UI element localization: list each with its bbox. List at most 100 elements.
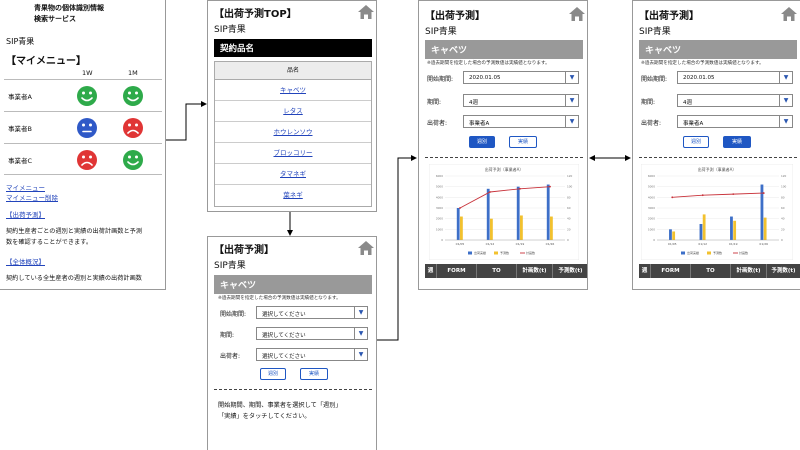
home-icon[interactable] <box>358 5 374 19</box>
section-overview[interactable]: 【全体概況】 <box>6 256 45 266</box>
y-tick-label: 6000 <box>436 174 443 178</box>
item-table-header: 品名 <box>215 62 371 80</box>
period-select[interactable]: 4週 ▼ <box>463 94 579 107</box>
legend-swatch <box>494 251 498 255</box>
y2-tick-label: 80 <box>781 195 785 199</box>
start-period-select[interactable]: 2020.01.05 ▼ <box>677 71 793 84</box>
col-to: TO <box>477 264 517 278</box>
y-tick-label: 4000 <box>648 195 655 199</box>
home-icon[interactable] <box>358 241 374 255</box>
divider <box>639 157 797 158</box>
bar-actual <box>546 184 550 240</box>
bar-actual <box>486 188 490 240</box>
actual-button[interactable]: 実績 <box>723 136 751 148</box>
chevron-down-icon: ▼ <box>354 328 367 339</box>
service-title-line2: 検索サービス <box>34 15 76 23</box>
item-link[interactable]: タマネギ <box>280 170 306 178</box>
start-period-value: 2020.01.05 <box>469 75 501 81</box>
forecast-result-screen-weekly: 【出荷予測】 SIP青果 キャベツ ※過去期間を指定した場合の予測数値は実績値と… <box>418 0 588 290</box>
item-row[interactable]: ブロッコリー <box>215 143 371 164</box>
item-row[interactable]: キャベツ <box>215 80 371 101</box>
item-table: 品名 キャベツレタスホウレンソウ ブロッコリー タマネギ葉ネギ <box>214 61 372 207</box>
col-1m-header: 1M <box>128 69 138 77</box>
face-happy-icon <box>123 150 143 170</box>
period-select[interactable]: 4週 ▼ <box>677 94 793 107</box>
home-icon[interactable] <box>781 7 797 21</box>
item-link[interactable]: ブロッコリー <box>274 149 313 157</box>
legend-label: 計画数 <box>739 250 748 255</box>
row-label: 事業者C <box>8 157 33 165</box>
item-row[interactable]: ホウレンソウ <box>215 122 371 143</box>
help-text-1: 開始期間、期間、事業者を選択して「週別」 <box>218 402 342 409</box>
section1-text-2: 数を確認することができます。 <box>6 239 93 246</box>
mymenu-row[interactable]: 事業者B <box>4 111 162 143</box>
item-row[interactable]: 葉ネギ <box>215 185 371 206</box>
y2-tick-label: 120 <box>567 174 573 178</box>
shipper-select[interactable]: 事業者A ▼ <box>677 115 793 128</box>
chevron-down-icon: ▼ <box>565 72 578 83</box>
bar-actual <box>730 216 733 240</box>
face-neutral-icon <box>77 118 97 138</box>
shipper-value: 事業者A <box>683 121 704 127</box>
shipper-select[interactable]: 選択してください ▼ <box>256 348 368 361</box>
start-period-select[interactable]: 2020.01.05 ▼ <box>463 71 579 84</box>
bar-actual <box>669 229 672 240</box>
actual-button[interactable]: 実績 <box>509 136 537 148</box>
start-period-select[interactable]: 選択してください ▼ <box>256 306 368 319</box>
legend-label: 出荷実績 <box>687 250 699 255</box>
weekly-button[interactable]: 週別 <box>469 136 495 148</box>
arrow-form-to-result <box>376 155 417 341</box>
item-link[interactable]: 葉ネギ <box>283 191 303 199</box>
x-tick-label: 01/19 <box>729 242 738 246</box>
legend-label: 出荷実績 <box>474 250 486 255</box>
item-row[interactable]: レタス <box>215 101 371 122</box>
col-forecast: 予測数(t) <box>553 264 587 278</box>
result-table-header: 週 FORM TO 計画数(t) 予測数(t) <box>425 264 587 278</box>
legend-label: 予測数 <box>500 250 509 255</box>
y-tick-label: 6000 <box>648 174 655 178</box>
home-icon[interactable] <box>569 7 585 21</box>
item-link[interactable]: ホウレンソウ <box>274 128 313 136</box>
shipper-label: 出荷者: <box>641 120 662 127</box>
legend-swatch <box>681 251 685 255</box>
past-period-note: ※過去期間を指定した場合の予測数値は実績値となります。 <box>427 61 550 66</box>
item-link[interactable]: レタス <box>283 107 303 115</box>
item-row[interactable]: タマネギ <box>215 164 371 185</box>
sip-label: SIP青果 <box>6 37 35 46</box>
help-text-2: 「実績」をタッチしてください。 <box>218 413 311 420</box>
item-link[interactable]: キャベツ <box>280 86 306 94</box>
y-tick-label: 5000 <box>648 185 655 189</box>
section-shipping-forecast[interactable]: 【出荷予測】 <box>6 209 45 219</box>
status-1m <box>122 85 144 111</box>
start-period-label: 開始期間: <box>641 76 668 83</box>
actual-button[interactable]: 実績 <box>300 368 328 380</box>
status-1w <box>76 85 98 111</box>
link-mymenu-delete[interactable]: マイメニュー削除 <box>6 192 58 202</box>
mymenu-row[interactable]: 事業者A <box>4 79 162 111</box>
face-sad-icon <box>77 150 97 170</box>
bar-forecast <box>672 231 676 240</box>
bar-forecast <box>520 215 523 240</box>
legend-label: 予測数 <box>713 250 722 255</box>
link-mymenu[interactable]: マイメニュー <box>6 182 45 192</box>
service-title-line1: 青果物の個体識別情報 <box>34 4 104 12</box>
y2-tick-label: 40 <box>567 217 571 221</box>
weekly-button[interactable]: 週別 <box>683 136 709 148</box>
chart-frame <box>641 164 793 260</box>
divider <box>214 389 372 390</box>
period-select[interactable]: 選択してください ▼ <box>256 327 368 340</box>
col-1w-header: 1W <box>82 69 93 77</box>
result-table-header: 週 FORM TO 計画数(t) 予測数(t) <box>639 264 800 278</box>
weekly-button[interactable]: 週別 <box>260 368 286 380</box>
shipper-select[interactable]: 事業者A ▼ <box>463 115 579 128</box>
shipper-label: 出荷者: <box>427 120 448 127</box>
screen-title: 【出荷予測】 <box>639 11 699 22</box>
bar-actual <box>516 186 520 240</box>
mymenu-row[interactable]: 事業者C <box>4 143 162 175</box>
period-value: 4週 <box>469 100 478 106</box>
plan-point <box>549 185 551 188</box>
col-to: TO <box>691 264 731 278</box>
col-week: 週 <box>639 264 651 278</box>
bar-actual <box>456 208 460 240</box>
chevron-down-icon: ▼ <box>354 349 367 360</box>
